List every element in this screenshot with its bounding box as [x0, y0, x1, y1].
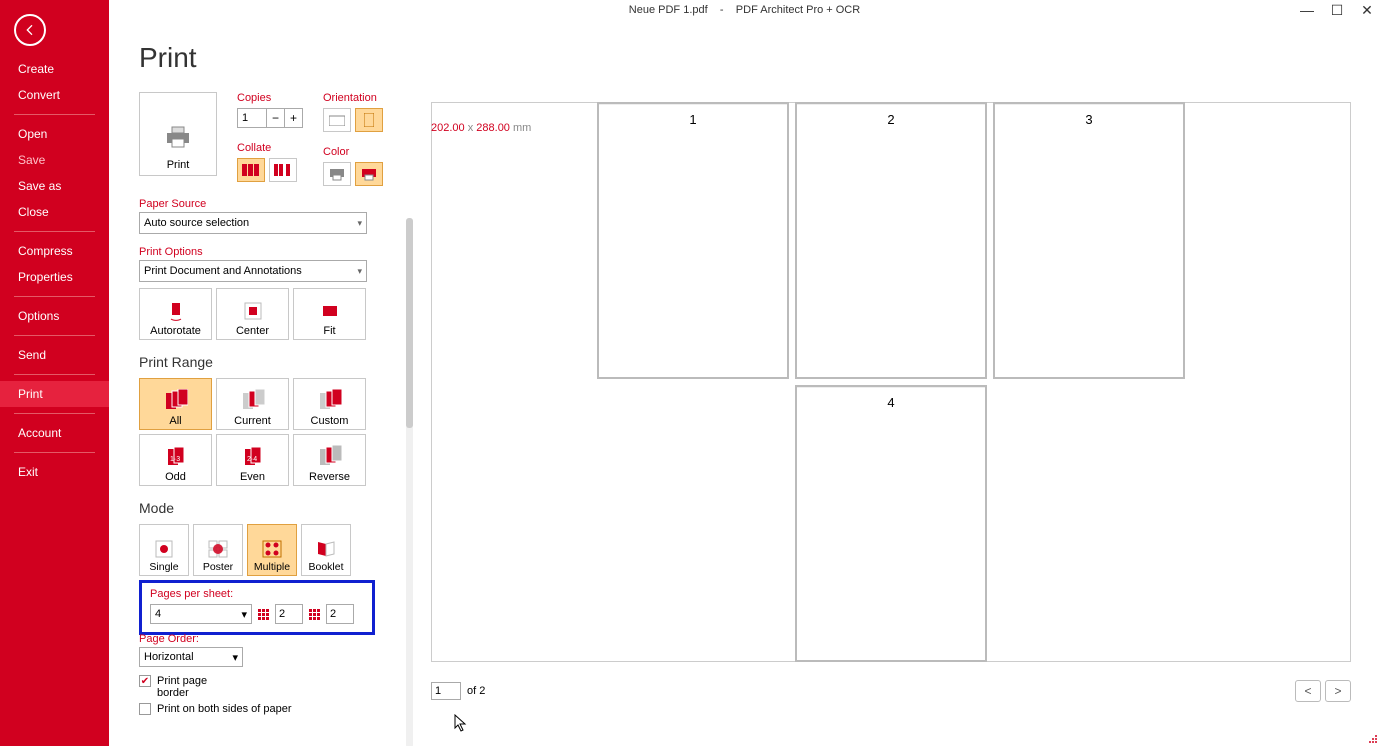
color-color[interactable] — [355, 162, 383, 186]
preview-page: 1 — [597, 102, 789, 379]
mode-label: Mode — [139, 500, 399, 516]
pps-label: Pages per sheet: — [150, 588, 364, 600]
print-range-label: Print Range — [139, 354, 399, 370]
preview-page: 4 — [795, 385, 987, 662]
print-preview: 1 2 3 4 — [431, 102, 1351, 662]
print-button[interactable]: Print — [139, 92, 217, 176]
duplex-checkbox[interactable] — [139, 703, 151, 715]
mode-single[interactable]: Single — [139, 524, 189, 576]
page-title: Print — [139, 42, 399, 74]
color-bw[interactable] — [323, 162, 351, 186]
range-even[interactable]: 2·4 Even — [216, 434, 289, 486]
sidebar-item-properties[interactable]: Properties — [0, 264, 109, 290]
sidebar-item-save[interactable]: Save — [0, 147, 109, 173]
orientation-landscape[interactable] — [323, 108, 351, 132]
pages-current-icon — [241, 389, 265, 411]
print-options-label: Print Options — [139, 246, 399, 258]
print-border-label: Print page border — [157, 675, 217, 699]
preview-page: 3 — [993, 102, 1185, 379]
pps-cols-input[interactable] — [275, 604, 303, 624]
sidebar-item-exit[interactable]: Exit — [0, 459, 109, 485]
autorotate-button[interactable]: Autorotate — [139, 288, 212, 340]
booklet-icon — [316, 540, 336, 558]
pages-all-icon — [164, 389, 188, 411]
preview-page: 2 — [795, 102, 987, 379]
sidebar-item-create[interactable]: Create — [0, 56, 109, 82]
sidebar-item-account[interactable]: Account — [0, 420, 109, 446]
doc-title: Neue PDF 1.pdf — [629, 4, 708, 16]
close-button[interactable]: ✕ — [1360, 2, 1374, 19]
color-label: Color — [323, 146, 383, 158]
range-reverse[interactable]: Reverse — [293, 434, 366, 486]
sidebar: Create Convert Open Save Save as Close C… — [0, 0, 109, 746]
autorotate-icon — [167, 301, 185, 321]
pages-odd-icon: 1·3 — [164, 445, 188, 467]
maximize-button[interactable]: ☐ — [1330, 2, 1344, 19]
page-order-select[interactable]: Horizontal▾ — [139, 647, 243, 667]
pages-per-sheet-highlight: Pages per sheet: 4▾ — [139, 580, 375, 635]
range-current[interactable]: Current — [216, 378, 289, 430]
sidebar-item-send[interactable]: Send — [0, 342, 109, 368]
chevron-down-icon: ▾ — [357, 218, 362, 229]
prev-page-button[interactable]: < — [1295, 680, 1321, 702]
multiple-icon — [262, 540, 282, 558]
print-options-select[interactable]: Print Document and Annotations▾ — [139, 260, 367, 282]
print-border-checkbox[interactable]: ✔ — [139, 675, 151, 687]
next-page-button[interactable]: > — [1325, 680, 1351, 702]
paper-source-select[interactable]: Auto source selection▾ — [139, 212, 367, 234]
collate-label: Collate — [237, 142, 303, 154]
range-odd[interactable]: 1·3 Odd — [139, 434, 212, 486]
poster-icon — [208, 540, 228, 558]
copies-minus[interactable]: − — [267, 108, 285, 128]
sidebar-item-convert[interactable]: Convert — [0, 82, 109, 108]
copies-label: Copies — [237, 92, 303, 104]
minimize-button[interactable]: — — [1300, 2, 1314, 19]
pages-custom-icon — [318, 389, 342, 411]
sidebar-item-print[interactable]: Print — [0, 381, 109, 407]
current-page-input[interactable] — [431, 682, 461, 700]
single-icon — [155, 540, 173, 558]
page-count: of 2 — [467, 685, 485, 697]
mode-booklet[interactable]: Booklet — [301, 524, 351, 576]
collate-grouped[interactable] — [237, 158, 265, 182]
back-button[interactable] — [14, 14, 46, 46]
center-button[interactable]: Center — [216, 288, 289, 340]
sidebar-item-close[interactable]: Close — [0, 199, 109, 225]
pages-reverse-icon — [318, 445, 342, 467]
fit-button[interactable]: Fit — [293, 288, 366, 340]
app-title: PDF Architect Pro + OCR — [736, 4, 860, 16]
mode-multiple[interactable]: Multiple — [247, 524, 297, 576]
printer-icon — [163, 125, 193, 149]
pps-rows-input[interactable] — [326, 604, 354, 624]
resize-grip-icon — [1368, 734, 1378, 744]
sidebar-item-open[interactable]: Open — [0, 121, 109, 147]
titlebar: Neue PDF 1.pdf - PDF Architect Pro + OCR… — [109, 0, 1380, 22]
duplex-label: Print on both sides of paper — [157, 703, 292, 715]
sidebar-item-saveas[interactable]: Save as — [0, 173, 109, 199]
orientation-portrait[interactable] — [355, 108, 383, 132]
grid-rows-icon — [309, 609, 320, 620]
page-order-label: Page Order: — [139, 633, 399, 645]
page-dimensions: 202.00 x 288.00 mm — [431, 122, 531, 134]
pps-select[interactable]: 4▾ — [150, 604, 252, 624]
chevron-down-icon: ▾ — [241, 608, 247, 621]
chevron-down-icon: ▾ — [232, 651, 238, 664]
svg-text:1·3: 1·3 — [170, 456, 180, 463]
mode-poster[interactable]: Poster — [193, 524, 243, 576]
paper-source-label: Paper Source — [139, 198, 399, 210]
sidebar-item-options[interactable]: Options — [0, 303, 109, 329]
range-all[interactable]: All — [139, 378, 212, 430]
collate-ungrouped[interactable] — [269, 158, 297, 182]
range-custom[interactable]: Custom — [293, 378, 366, 430]
chevron-down-icon: ▾ — [357, 266, 362, 277]
grid-cols-icon — [258, 609, 269, 620]
fit-icon — [320, 301, 340, 321]
orientation-label: Orientation — [323, 92, 383, 104]
copies-plus[interactable]: + — [285, 108, 303, 128]
center-icon — [243, 301, 263, 321]
pages-even-icon: 2·4 — [241, 445, 265, 467]
copies-input[interactable] — [237, 108, 267, 128]
svg-text:2·4: 2·4 — [247, 456, 257, 463]
sidebar-item-compress[interactable]: Compress — [0, 238, 109, 264]
